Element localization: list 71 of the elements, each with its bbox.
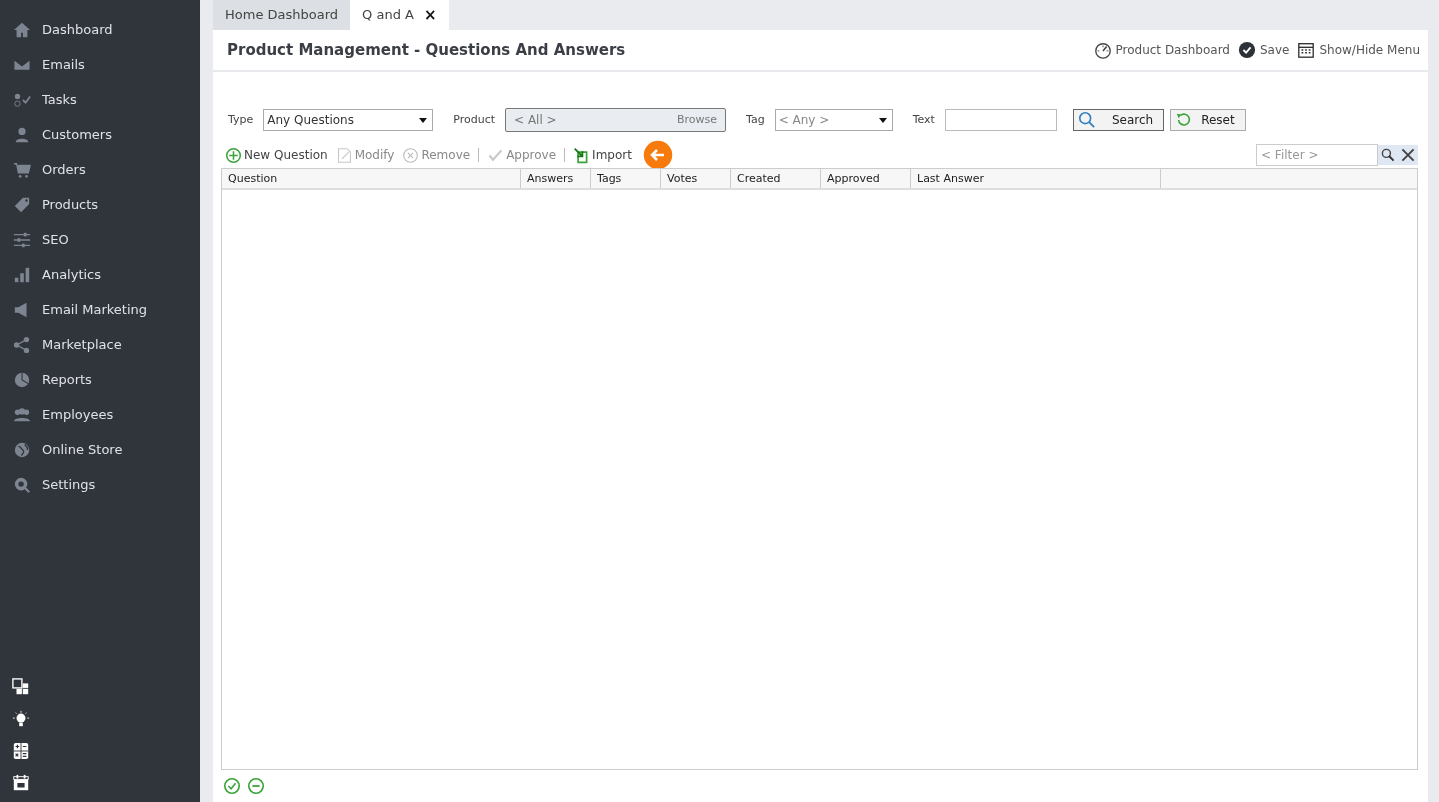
windows-icon[interactable] [12,678,30,696]
type-dropdown[interactable]: Any Questions [263,109,434,131]
filter-field[interactable]: < Filter > [1256,144,1378,166]
checkmark-icon [1238,41,1256,59]
sidebar-item[interactable]: Tasks [0,82,200,117]
sidebar-item[interactable]: Products [0,187,200,222]
sidebar-item[interactable]: SEO [0,222,200,257]
column-header[interactable]: Approved [821,169,911,188]
minus-circle-icon[interactable] [247,777,265,795]
field-label: Product [453,111,496,128]
toolbar-button[interactable]: Import [569,146,636,164]
sidebar-item[interactable]: Marketplace [0,327,200,362]
sidebar-item[interactable]: Online Store [0,432,200,467]
close-icon [1400,147,1416,163]
tab[interactable]: Q and A × [350,0,449,30]
column-header[interactable]: Tags [591,169,661,188]
column-header[interactable]: Last Answer [911,169,1161,188]
share-icon [12,335,32,354]
pencil-icon [335,146,353,164]
column-header[interactable]: Answers [521,169,591,188]
calendar-grid-icon [1297,41,1316,59]
field-label: Text [912,111,935,128]
sidebar-item[interactable]: Analytics [0,257,200,292]
column-header[interactable]: Votes [661,169,731,188]
tag-dropdown[interactable]: < Any > [774,109,893,131]
field-label: Tag [746,111,765,128]
sidebar-item[interactable]: Orders [0,152,200,187]
sidebar-item[interactable]: Dashboard [0,12,200,47]
browse-button[interactable]: Browse [676,111,718,129]
cart-icon [12,160,32,179]
sidebar-item[interactable]: Email Marketing [0,292,200,327]
toolbar-button[interactable]: Product Dashboard [1093,41,1230,59]
sidebar-item[interactable]: Reports [0,362,200,397]
x-circle-icon [402,146,420,164]
dropdown-caret-icon [878,117,887,123]
page-title: Product Management - Questions And Answers [227,41,626,59]
toolbar-button[interactable]: Show/Hide Menu [1297,41,1420,59]
clear-button[interactable] [1398,145,1418,165]
sidebar-item[interactable]: Emails [0,47,200,82]
text-input-field[interactable] [944,109,1057,131]
search-icon [1380,147,1396,163]
reset-button[interactable]: Reset [1170,109,1246,131]
search-icon [1077,111,1096,129]
home-icon [12,20,32,39]
pie-chart-icon [12,370,32,389]
speedometer-icon [1093,41,1112,59]
column-header[interactable]: Question [222,169,521,188]
toolbar-button[interactable]: Save [1238,41,1290,59]
product-field[interactable]: < All > Browse [505,108,727,132]
sliders-icon [12,230,32,249]
search-button[interactable]: Search [1072,109,1165,131]
close-button[interactable]: × [423,3,437,27]
people-icon [12,405,32,424]
calendar-icon[interactable] [12,774,30,792]
lightbulb-icon[interactable] [12,710,30,728]
bar-chart-icon [12,265,32,284]
sidebar-item[interactable]: Settings [0,467,200,502]
sidebar-item[interactable]: Customers [0,117,200,152]
toolbar-button[interactable]: New Question [221,146,332,164]
check-circle-icon[interactable] [223,777,241,795]
search-button[interactable] [1378,145,1398,165]
dropdown-caret-icon [419,117,428,123]
tab[interactable]: Home Dashboard [213,0,351,30]
globe-icon [12,440,32,459]
tag-icon [12,195,32,214]
sidebar-item[interactable]: Employees [0,397,200,432]
calculator-icon[interactable] [12,742,30,760]
column-header[interactable]: Created [731,169,821,188]
plus-circle-icon [225,146,242,164]
product-value: < All > [514,112,557,129]
field-label: Type [228,111,254,128]
